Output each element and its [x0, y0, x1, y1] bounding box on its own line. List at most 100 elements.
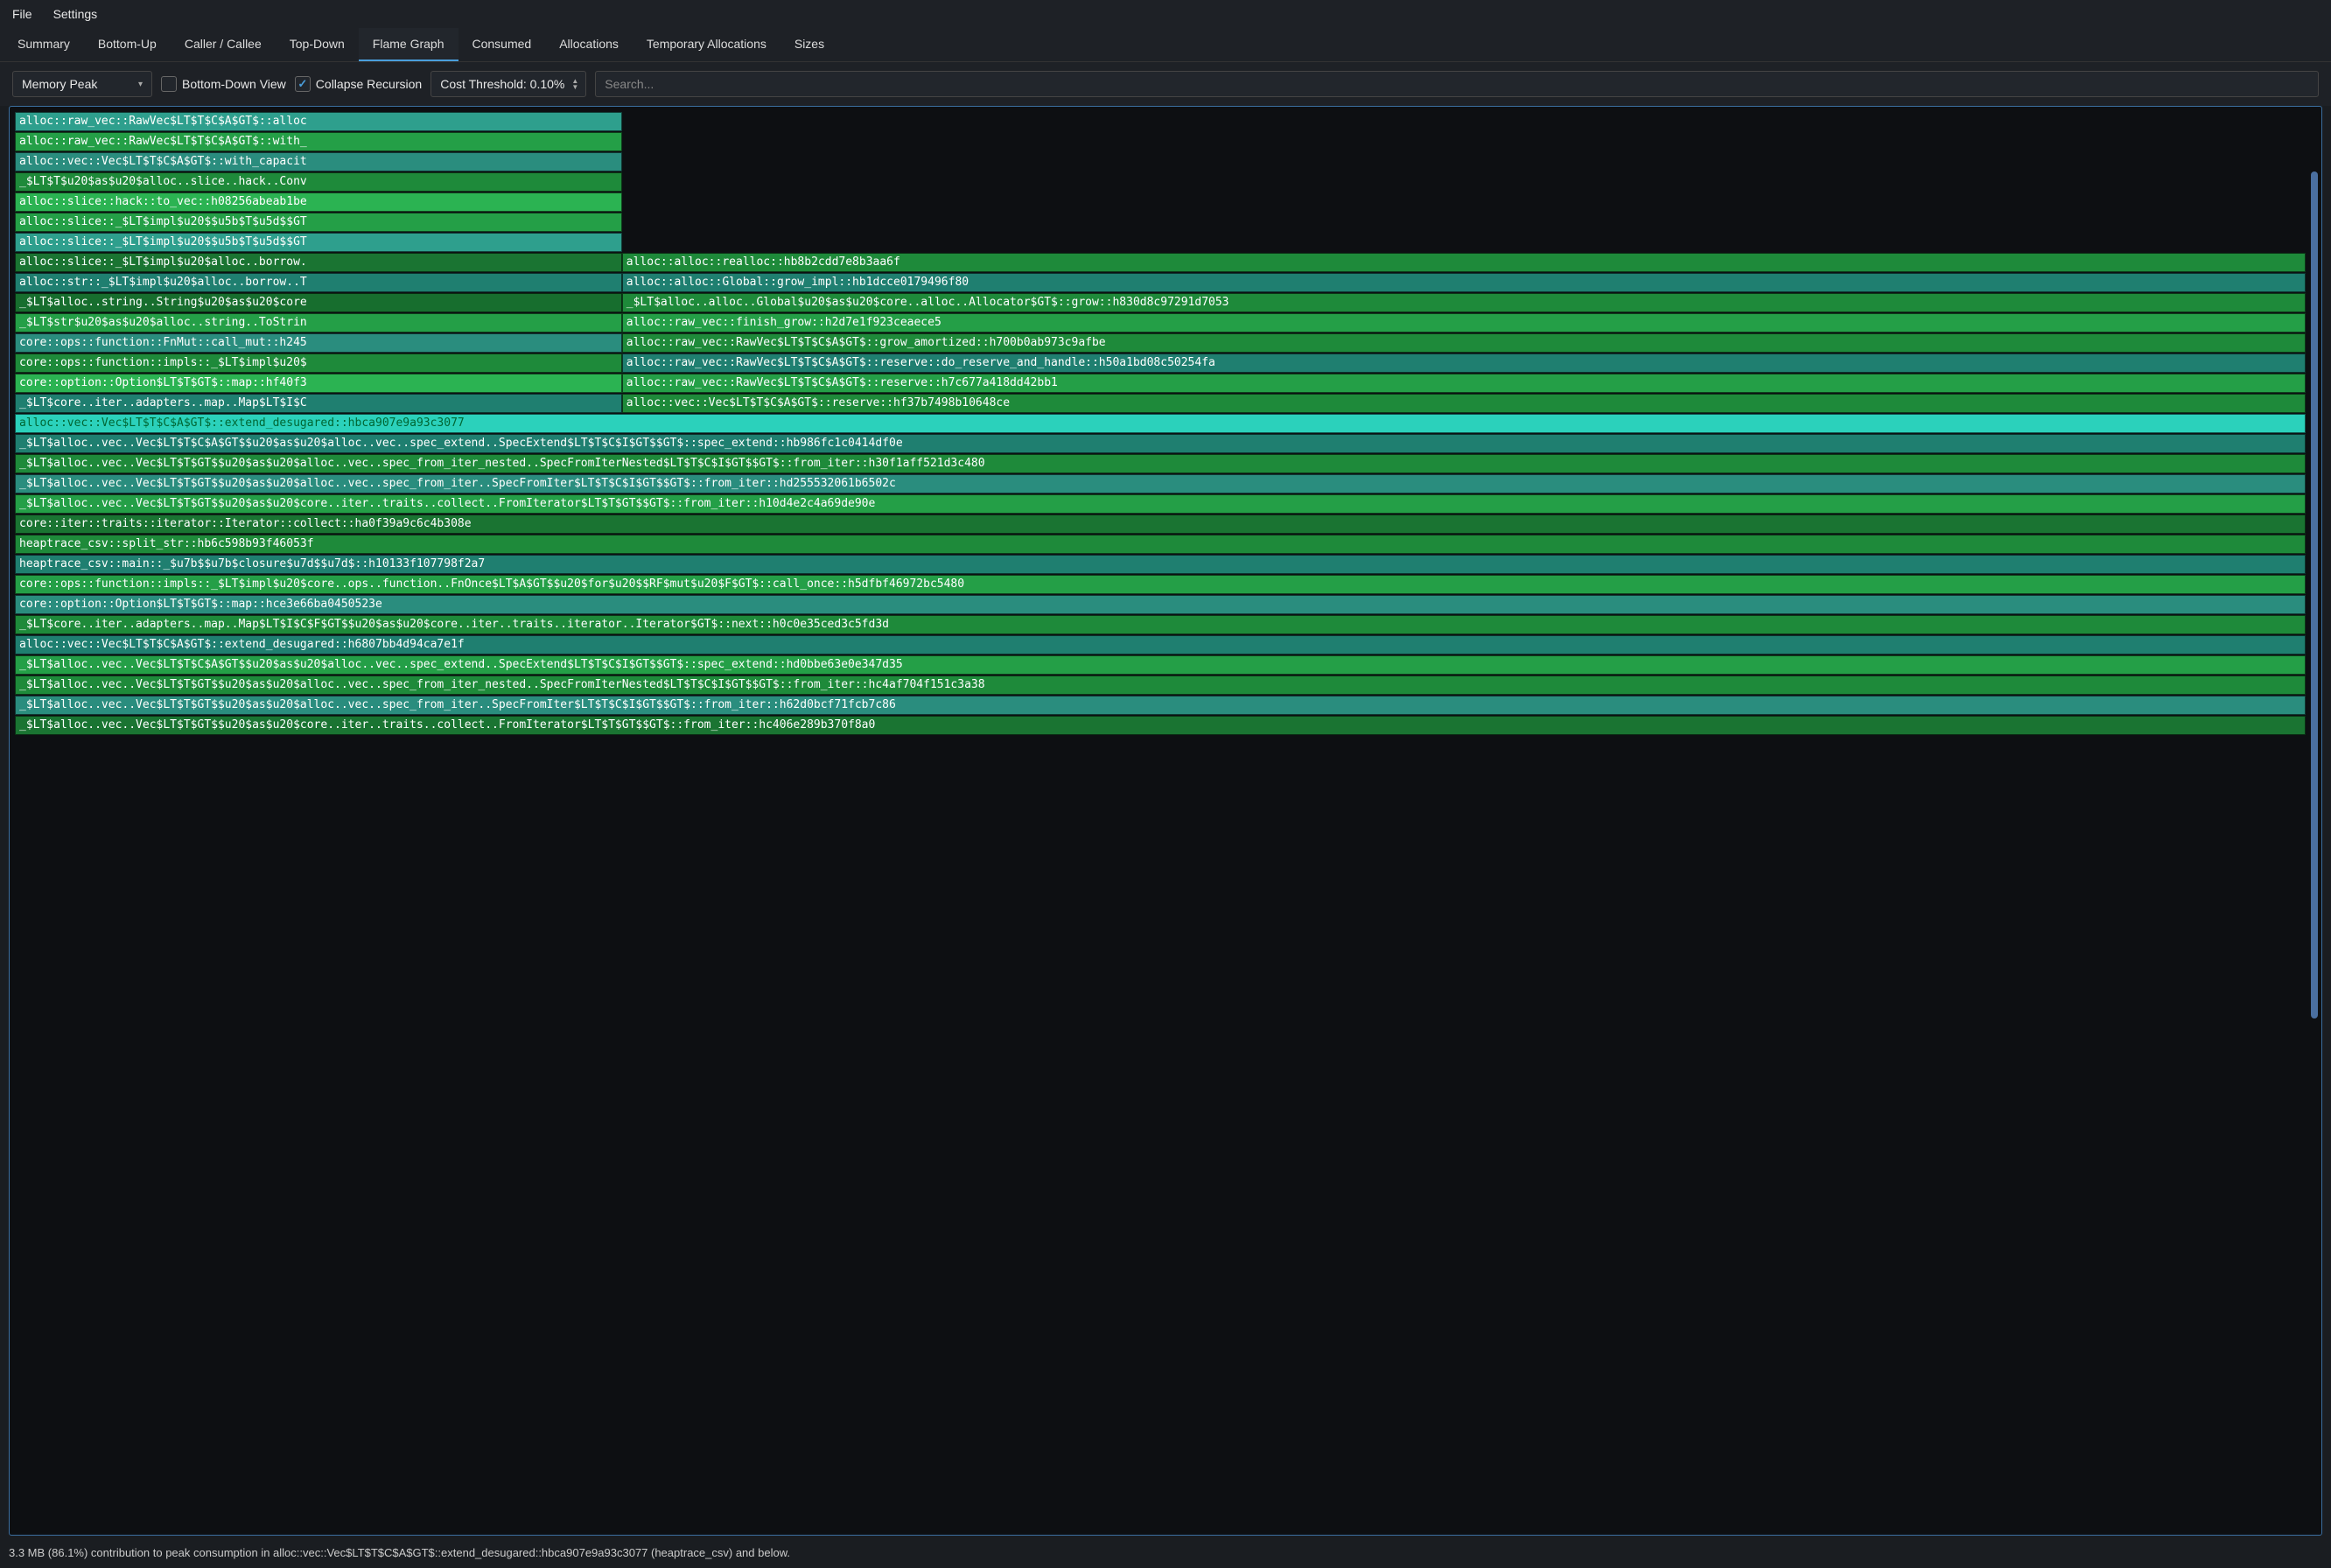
flame-cell[interactable]: heaptrace_csv::main::_$u7b$$u7b$closure$… [15, 555, 2306, 574]
tab-flame-graph[interactable]: Flame Graph [359, 28, 458, 61]
collapse-recursion-checkbox[interactable] [295, 76, 311, 92]
flame-cell[interactable]: _$LT$alloc..vec..Vec$LT$T$GT$$u20$as$u20… [15, 696, 2306, 715]
flame-row: _$LT$alloc..vec..Vec$LT$T$GT$$u20$as$u20… [15, 494, 2306, 514]
flame-cell[interactable]: alloc::vec::Vec$LT$T$C$A$GT$::extend_des… [15, 414, 2306, 433]
flame-row: _$LT$alloc..vec..Vec$LT$T$C$A$GT$$u20$as… [15, 434, 2306, 454]
flame-cell[interactable]: alloc::alloc::realloc::hb8b2cdd7e8b3aa6f [622, 253, 2306, 272]
flame-cell[interactable]: _$LT$alloc..vec..Vec$LT$T$C$A$GT$$u20$as… [15, 655, 2306, 675]
flame-cell[interactable]: alloc::raw_vec::finish_grow::h2d7e1f923c… [622, 313, 2306, 332]
flame-row: alloc::vec::Vec$LT$T$C$A$GT$::extend_des… [15, 414, 2306, 434]
flame-cell[interactable]: alloc::vec::Vec$LT$T$C$A$GT$::with_capac… [15, 152, 622, 172]
flame-cell[interactable]: _$LT$alloc..alloc..Global$u20$as$u20$cor… [622, 293, 2306, 312]
flame-cell[interactable]: alloc::raw_vec::RawVec$LT$T$C$A$GT$::res… [622, 374, 2306, 393]
flame-cell[interactable]: alloc::vec::Vec$LT$T$C$A$GT$::reserve::h… [622, 394, 2306, 413]
flame-cell[interactable]: core::ops::function::impls::_$LT$impl$u2… [15, 354, 622, 373]
flame-cell[interactable]: alloc::alloc::Global::grow_impl::hb1dcce… [622, 273, 2306, 292]
flame-cell[interactable]: core::option::Option$LT$T$GT$::map::hce3… [15, 595, 2306, 614]
flame-graph-panel: alloc::raw_vec::RawVec$LT$T$C$A$GT$::all… [9, 106, 2322, 1536]
collapse-recursion-checkbox-row: Collapse Recursion [295, 76, 422, 92]
collapse-recursion-label: Collapse Recursion [316, 77, 422, 91]
cost-threshold-spinner[interactable]: Cost Threshold: 0.10% ▲▼ [430, 71, 586, 97]
tab-consumed[interactable]: Consumed [458, 28, 546, 61]
flame-row: alloc::str::_$LT$impl$u20$alloc..borrow.… [15, 273, 2306, 293]
tab-summary[interactable]: Summary [4, 28, 84, 61]
flame-row: _$LT$alloc..vec..Vec$LT$T$GT$$u20$as$u20… [15, 696, 2306, 716]
flame-row: alloc::vec::Vec$LT$T$C$A$GT$::extend_des… [15, 635, 2306, 655]
flame-cell[interactable]: _$LT$T$u20$as$u20$alloc..slice..hack..Co… [15, 172, 622, 192]
flame-cell[interactable]: _$LT$str$u20$as$u20$alloc..string..ToStr… [15, 313, 622, 332]
flame-row: core::option::Option$LT$T$GT$::map::hf40… [15, 374, 2306, 394]
flame-row: heaptrace_csv::main::_$u7b$$u7b$closure$… [15, 555, 2306, 575]
flame-cell[interactable]: core::ops::function::FnMut::call_mut::h2… [15, 333, 622, 353]
flame-cell[interactable]: _$LT$alloc..vec..Vec$LT$T$GT$$u20$as$u20… [15, 676, 2306, 695]
flame-cell[interactable]: alloc::slice::_$LT$impl$u20$$u5b$T$u5d$$… [15, 233, 622, 252]
flame-row: _$LT$T$u20$as$u20$alloc..slice..hack..Co… [15, 172, 2306, 192]
flame-row: alloc::slice::_$LT$impl$u20$alloc..borro… [15, 253, 2306, 273]
status-text: 3.3 MB (86.1%) contribution to peak cons… [9, 1546, 790, 1559]
flame-row: core::ops::function::impls::_$LT$impl$u2… [15, 575, 2306, 595]
scrollbar-thumb[interactable] [2311, 172, 2318, 1018]
bottom-down-checkbox[interactable] [161, 76, 177, 92]
flame-row: _$LT$alloc..vec..Vec$LT$T$GT$$u20$as$u20… [15, 454, 2306, 474]
flame-row: alloc::raw_vec::RawVec$LT$T$C$A$GT$::all… [15, 112, 2306, 132]
tab-allocations[interactable]: Allocations [545, 28, 633, 61]
flame-cell[interactable]: core::iter::traits::iterator::Iterator::… [15, 514, 2306, 534]
flame-row: alloc::slice::hack::to_vec::h08256abeab1… [15, 192, 2306, 213]
vertical-scrollbar[interactable] [2311, 116, 2318, 1526]
spinner-arrows-icon: ▲▼ [571, 78, 578, 90]
flame-row: _$LT$alloc..string..String$u20$as$u20$co… [15, 293, 2306, 313]
cost-threshold-label: Cost Threshold: 0.10% [440, 77, 564, 91]
flame-cell[interactable]: alloc::vec::Vec$LT$T$C$A$GT$::extend_des… [15, 635, 2306, 654]
flame-row: _$LT$alloc..vec..Vec$LT$T$GT$$u20$as$u20… [15, 716, 2306, 736]
toolbar: Memory Peak ▾ Bottom-Down View Collapse … [0, 62, 2331, 106]
tab-bottom-up[interactable]: Bottom-Up [84, 28, 171, 61]
flame-row: core::option::Option$LT$T$GT$::map::hce3… [15, 595, 2306, 615]
view-selector-value: Memory Peak [22, 77, 97, 91]
flame-cell[interactable]: _$LT$core..iter..adapters..map..Map$LT$I… [15, 615, 2306, 634]
flame-row: heaptrace_csv::split_str::hb6c598b93f460… [15, 535, 2306, 555]
flame-graph[interactable]: alloc::raw_vec::RawVec$LT$T$C$A$GT$::all… [15, 112, 2306, 1530]
flame-cell[interactable]: alloc::raw_vec::RawVec$LT$T$C$A$GT$::res… [622, 354, 2306, 373]
flame-cell[interactable]: core::option::Option$LT$T$GT$::map::hf40… [15, 374, 622, 393]
flame-row: _$LT$core..iter..adapters..map..Map$LT$I… [15, 394, 2306, 414]
flame-row: _$LT$alloc..vec..Vec$LT$T$GT$$u20$as$u20… [15, 676, 2306, 696]
tab-row: SummaryBottom-UpCaller / CalleeTop-DownF… [0, 28, 2331, 62]
flame-cell[interactable]: alloc::str::_$LT$impl$u20$alloc..borrow.… [15, 273, 622, 292]
tab-top-down[interactable]: Top-Down [276, 28, 359, 61]
flame-cell[interactable]: alloc::slice::_$LT$impl$u20$alloc..borro… [15, 253, 622, 272]
flame-cell[interactable]: heaptrace_csv::split_str::hb6c598b93f460… [15, 535, 2306, 554]
tab-temporary-allocations[interactable]: Temporary Allocations [633, 28, 780, 61]
bottom-down-checkbox-row: Bottom-Down View [161, 76, 286, 92]
flame-row: core::iter::traits::iterator::Iterator::… [15, 514, 2306, 535]
menu-settings[interactable]: Settings [53, 7, 98, 21]
flame-cell[interactable]: _$LT$alloc..vec..Vec$LT$T$GT$$u20$as$u20… [15, 494, 2306, 514]
flame-row: alloc::slice::_$LT$impl$u20$$u5b$T$u5d$$… [15, 213, 2306, 233]
flame-row: alloc::vec::Vec$LT$T$C$A$GT$::with_capac… [15, 152, 2306, 172]
flame-cell[interactable]: _$LT$alloc..vec..Vec$LT$T$GT$$u20$as$u20… [15, 474, 2306, 494]
view-selector[interactable]: Memory Peak ▾ [12, 71, 152, 97]
search-input[interactable] [595, 71, 2319, 97]
flame-cell[interactable]: core::ops::function::impls::_$LT$impl$u2… [15, 575, 2306, 594]
flame-cell[interactable]: alloc::slice::_$LT$impl$u20$$u5b$T$u5d$$… [15, 213, 622, 232]
flame-row: _$LT$core..iter..adapters..map..Map$LT$I… [15, 615, 2306, 635]
flame-row: alloc::slice::_$LT$impl$u20$$u5b$T$u5d$$… [15, 233, 2306, 253]
status-bar: 3.3 MB (86.1%) contribution to peak cons… [0, 1541, 2331, 1568]
flame-row: _$LT$alloc..vec..Vec$LT$T$C$A$GT$$u20$as… [15, 655, 2306, 676]
flame-cell[interactable]: alloc::raw_vec::RawVec$LT$T$C$A$GT$::all… [15, 112, 622, 131]
chevron-down-icon: ▾ [138, 80, 143, 89]
flame-row: core::ops::function::impls::_$LT$impl$u2… [15, 354, 2306, 374]
flame-cell[interactable]: alloc::raw_vec::RawVec$LT$T$C$A$GT$::wit… [15, 132, 622, 151]
menu-file[interactable]: File [12, 7, 32, 21]
flame-row: _$LT$str$u20$as$u20$alloc..string..ToStr… [15, 313, 2306, 333]
flame-cell[interactable]: _$LT$core..iter..adapters..map..Map$LT$I… [15, 394, 622, 413]
tab-caller-callee[interactable]: Caller / Callee [171, 28, 276, 61]
flame-cell[interactable]: alloc::raw_vec::RawVec$LT$T$C$A$GT$::gro… [622, 333, 2306, 353]
tab-sizes[interactable]: Sizes [780, 28, 838, 61]
flame-cell[interactable]: _$LT$alloc..string..String$u20$as$u20$co… [15, 293, 622, 312]
menubar: File Settings [0, 0, 2331, 28]
flame-cell[interactable]: _$LT$alloc..vec..Vec$LT$T$C$A$GT$$u20$as… [15, 434, 2306, 453]
flame-cell[interactable]: alloc::slice::hack::to_vec::h08256abeab1… [15, 192, 622, 212]
bottom-down-label: Bottom-Down View [182, 77, 286, 91]
flame-cell[interactable]: _$LT$alloc..vec..Vec$LT$T$GT$$u20$as$u20… [15, 716, 2306, 735]
flame-cell[interactable]: _$LT$alloc..vec..Vec$LT$T$GT$$u20$as$u20… [15, 454, 2306, 473]
